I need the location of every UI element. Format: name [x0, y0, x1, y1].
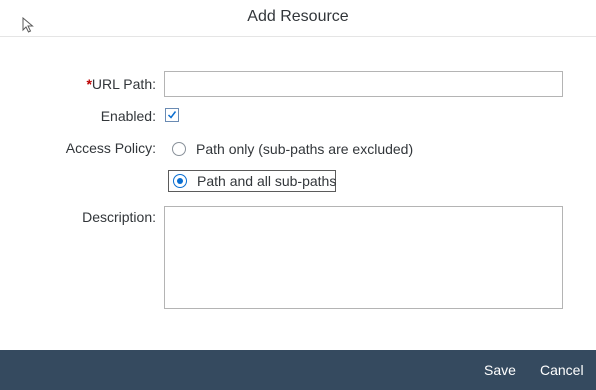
radio-option-path-and-subpaths[interactable]: Path and all sub-paths — [168, 170, 336, 192]
cancel-button[interactable]: Cancel — [540, 362, 584, 378]
dialog-title: Add Resource — [247, 8, 349, 25]
save-button[interactable]: Save — [484, 362, 516, 378]
dialog-footer: Save Cancel — [0, 350, 596, 390]
url-path-label-text: URL Path: — [91, 76, 156, 92]
radio-button-selected[interactable] — [173, 174, 187, 188]
description-label: Description: — [82, 209, 156, 225]
enabled-label: Enabled: — [100, 108, 156, 124]
radio-option-label: Path and all sub-paths — [197, 173, 337, 189]
enabled-checkbox[interactable] — [165, 108, 179, 122]
dialog-header: Add Resource — [0, 0, 596, 37]
description-textarea[interactable] — [164, 206, 563, 309]
checkmark-icon — [167, 111, 177, 119]
radio-option-label: Path only (sub-paths are excluded) — [196, 141, 414, 157]
radio-button[interactable] — [172, 142, 186, 156]
add-resource-dialog: Add Resource *URL Path: Enabled: Access … — [0, 0, 596, 390]
access-policy-label: Access Policy: — [65, 140, 156, 156]
radio-option-path-only[interactable]: Path only (sub-paths are excluded) — [172, 138, 413, 160]
url-path-input[interactable] — [164, 71, 563, 97]
url-path-label: *URL Path: — [6, 76, 156, 92]
